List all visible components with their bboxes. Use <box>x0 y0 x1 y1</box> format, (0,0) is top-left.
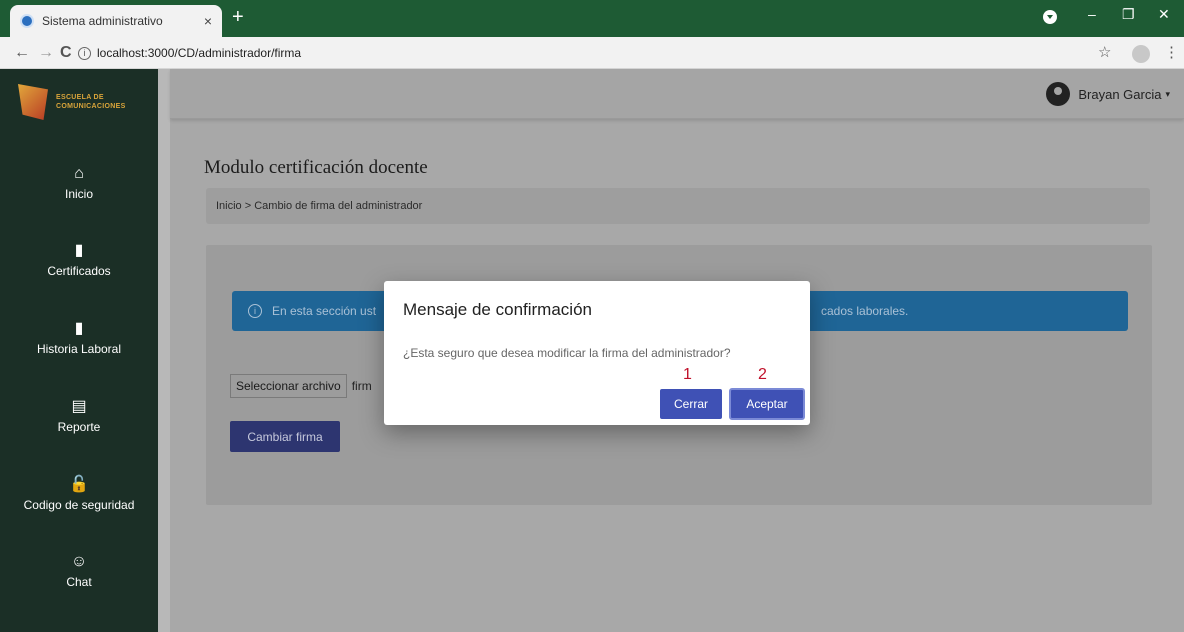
confirmation-modal: Mensaje de confirmación ¿Esta seguro que… <box>384 281 810 425</box>
url-field[interactable]: i localhost:3000/CD/administrador/firma <box>78 42 1078 64</box>
breadcrumb: Inicio > Cambio de firma del administrad… <box>206 188 1150 224</box>
modal-title: Mensaje de confirmación <box>403 300 592 319</box>
chat-person-icon: ☺ <box>70 553 88 570</box>
modal-message: ¿Esta seguro que desea modificar la firm… <box>403 346 731 360</box>
page-title: Modulo certificación docente <box>204 157 428 178</box>
account-icon[interactable] <box>1132 45 1150 63</box>
sidebar-item-label: Codigo de seguridad <box>23 498 135 512</box>
logo-emblem-icon <box>18 84 48 120</box>
lock-icon: 🔓 <box>69 476 89 493</box>
alert-text-end: cados laborales. <box>821 304 909 318</box>
bookmark-star-icon[interactable]: ☆ <box>1098 43 1111 61</box>
sidebar-item-label: Reporte <box>57 420 101 434</box>
menu-icon[interactable]: ⋮ <box>1164 43 1179 61</box>
report-icon: ▤ <box>71 398 87 415</box>
browser-tabbar: Sistema administrativo × + – ❐ ✕ <box>0 0 1184 37</box>
caret-down-icon: ▾ <box>1165 88 1170 99</box>
restore-icon[interactable]: ❐ <box>1122 6 1135 23</box>
address-bar: ← → C i localhost:3000/CD/administrador/… <box>0 37 1184 69</box>
tab-title: Sistema administrativo <box>42 14 163 28</box>
close-button[interactable]: Cerrar <box>660 389 722 419</box>
sidebar-item-historia-laboral[interactable]: ▮ Historia Laboral <box>0 299 158 375</box>
url-text: localhost:3000/CD/administrador/firma <box>97 46 302 60</box>
alert-text-start: En esta sección ust <box>272 304 377 318</box>
sidebar-item-label: Certificados <box>47 264 111 278</box>
change-signature-button[interactable]: Cambiar firma <box>230 421 340 452</box>
user-avatar-icon <box>1046 82 1071 106</box>
reload-icon[interactable]: C <box>60 44 72 62</box>
annotation-number-2: 2 <box>758 366 767 383</box>
annotation-number-1: 1 <box>683 366 692 383</box>
user-menu[interactable]: Brayan Garcia ▾ <box>1046 82 1170 106</box>
info-icon: i <box>248 304 262 318</box>
accept-button[interactable]: Aceptar <box>729 388 805 420</box>
selected-file-name: firm <box>351 379 372 393</box>
breadcrumb-text: Inicio > Cambio de firma del administrad… <box>216 200 423 212</box>
sidebar-scrollbar[interactable] <box>158 69 170 632</box>
sidebar-item-inicio[interactable]: ⌂ Inicio <box>0 145 158 221</box>
new-tab-icon[interactable]: + <box>232 7 244 27</box>
logo-text: ESCUELA DE COMUNICACIONES <box>56 94 126 110</box>
minimize-icon[interactable]: – <box>1088 6 1096 22</box>
file-input[interactable]: Seleccionar archivo firm <box>230 374 372 398</box>
home-icon: ⌂ <box>74 165 84 182</box>
close-window-icon[interactable]: ✕ <box>1158 6 1170 23</box>
notebook-icon: ▮ <box>74 320 84 337</box>
sidebar-item-reporte[interactable]: ▤ Reporte <box>0 377 158 453</box>
sidebar-item-label: Inicio <box>64 187 93 201</box>
sidebar: ESCUELA DE COMUNICACIONES ⌂ Inicio ▮ Cer… <box>0 69 170 632</box>
tab-close-icon[interactable]: × <box>204 13 212 29</box>
sidebar-item-label: Historia Laboral <box>36 342 122 356</box>
sidebar-item-label: Chat <box>66 575 92 589</box>
profile-dropdown-icon[interactable] <box>1043 10 1057 24</box>
back-icon[interactable]: ← <box>14 44 30 62</box>
sidebar-item-codigo-seguridad[interactable]: 🔓 Codigo de seguridad <box>0 455 158 531</box>
sidebar-item-certificados[interactable]: ▮ Certificados <box>0 221 158 297</box>
top-navbar: Brayan Garcia ▾ <box>170 69 1184 119</box>
favicon-icon <box>20 14 34 28</box>
sidebar-item-chat[interactable]: ☺ Chat <box>0 533 158 609</box>
forward-icon[interactable]: → <box>38 44 54 62</box>
school-logo[interactable]: ESCUELA DE COMUNICACIONES <box>18 80 158 124</box>
book-icon: ▮ <box>74 242 84 259</box>
browser-tab[interactable]: Sistema administrativo × <box>10 5 222 37</box>
select-file-button[interactable]: Seleccionar archivo <box>230 374 347 398</box>
site-info-icon[interactable]: i <box>78 46 91 60</box>
user-name: Brayan Garcia <box>1078 86 1162 102</box>
